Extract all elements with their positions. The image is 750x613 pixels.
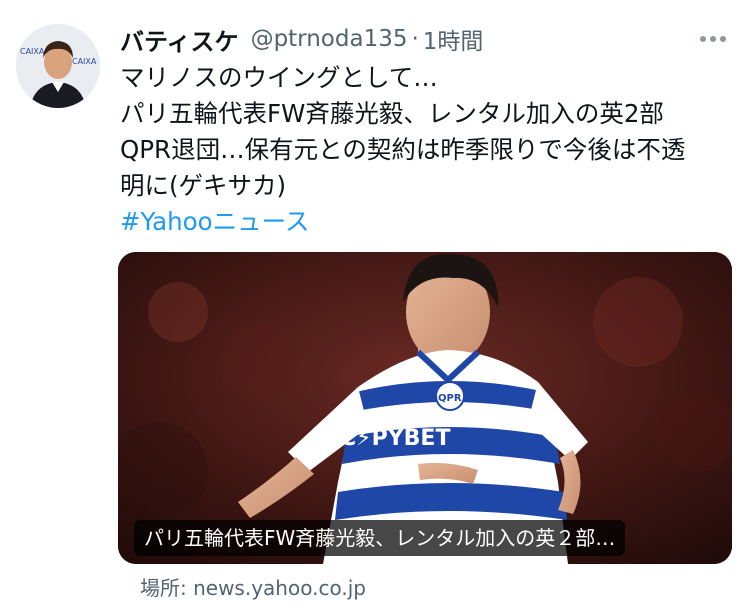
tweet-text-line: マリノスのウイングとして… bbox=[120, 63, 438, 92]
more-options-button[interactable] bbox=[700, 22, 726, 56]
link-card-title[interactable]: パリ五輪代表FW斉藤光毅、レンタル加入の英２部… bbox=[134, 520, 626, 556]
tweet-header: バティスケ @ptrnoda135 · 1時間 bbox=[120, 22, 732, 56]
tweet-text-line: パリ五輪代表FW斉藤光毅、レンタル加入の英2部 bbox=[120, 99, 664, 128]
avatar[interactable]: CAIXA CAIXA bbox=[16, 24, 100, 108]
timestamp[interactable]: 1時間 bbox=[423, 22, 484, 56]
tweet-text-line: QPR退団…保有元との契約は昨季限りで今後は不透 bbox=[120, 135, 686, 164]
svg-text:CAIXA: CAIXA bbox=[20, 47, 45, 56]
display-name[interactable]: バティスケ bbox=[120, 22, 239, 57]
user-handle[interactable]: @ptrnoda135 bbox=[251, 26, 408, 52]
more-horizontal-icon bbox=[700, 36, 706, 42]
link-source[interactable]: 場所: news.yahoo.co.jp bbox=[140, 572, 366, 601]
link-card-image[interactable]: C⚡PYBET QPR bbox=[118, 252, 732, 564]
jersey-crest-text: QPR bbox=[438, 393, 462, 404]
player-photo: C⚡PYBET QPR bbox=[118, 252, 732, 564]
more-horizontal-icon-dot bbox=[720, 36, 726, 42]
svg-text:CAIXA: CAIXA bbox=[72, 57, 97, 66]
more-horizontal-icon-dot bbox=[710, 36, 716, 42]
hashtag-link[interactable]: #Yahooニュース bbox=[120, 204, 735, 240]
tweet-text-line: 明に(ゲキサカ) bbox=[120, 171, 287, 200]
tweet-text: マリノスのウイングとして… パリ五輪代表FW斉藤光毅、レンタル加入の英2部 QP… bbox=[120, 60, 735, 240]
separator-dot: · bbox=[411, 26, 419, 52]
avatar-image: CAIXA CAIXA bbox=[16, 24, 100, 108]
